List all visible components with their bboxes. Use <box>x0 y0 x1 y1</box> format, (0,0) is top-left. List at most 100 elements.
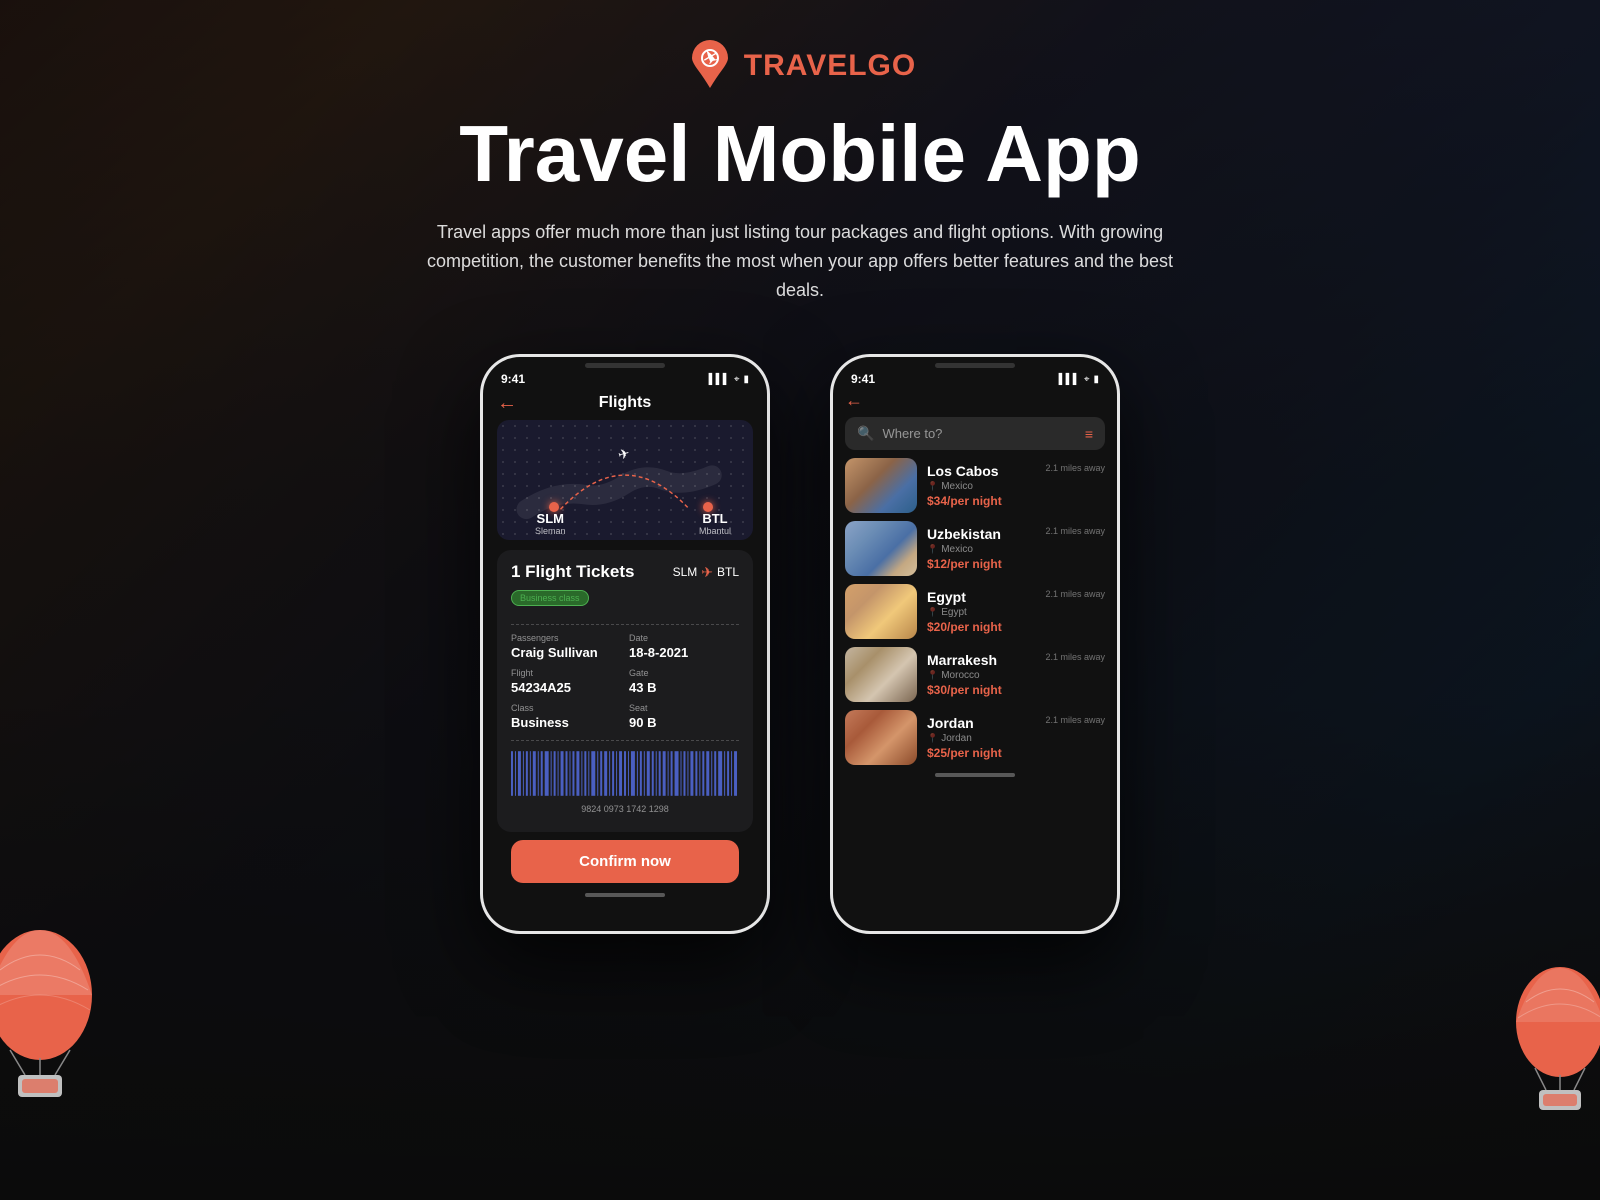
phone-destinations: 9:41 ▌▌▌ ⌖ ▮ ← 🔍 Where to? ≡ <box>830 354 1120 934</box>
dest-country-name: Mexico <box>941 481 973 492</box>
dest-distance: 2.1 miles away <box>1045 526 1105 536</box>
dest-distance: 2.1 miles away <box>1045 652 1105 662</box>
pin-icon: 📍 <box>927 544 938 555</box>
dest-info: Marrakesh 2.1 miles away 📍 Morocco $30/p… <box>927 652 1105 697</box>
dest-thumbnail <box>845 647 917 702</box>
dest-country-name: Egypt <box>941 607 967 618</box>
dest-country: 📍 Mexico <box>927 544 1105 555</box>
dest-name: Egypt <box>927 589 966 605</box>
ticket-flight-count: 1 Flight Tickets <box>511 562 634 582</box>
phone-flight: 9:41 ▌▌▌ ⌖ ▮ ← Flights <box>480 354 770 934</box>
field-class-value: Business <box>511 715 621 730</box>
dest-distance: 2.1 miles away <box>1045 589 1105 599</box>
ticket-route: SLM ✈ BTL <box>673 564 739 581</box>
flight-from-label: SLM Sleman <box>535 511 566 536</box>
ticket-info: 1 Flight Tickets SLM ✈ BTL Business clas… <box>497 550 753 832</box>
field-date-label: Date <box>629 633 739 643</box>
field-flight: Flight 54234A25 <box>511 668 621 695</box>
route-from: SLM <box>673 565 698 579</box>
logo-area: TRAVELGO <box>684 40 916 92</box>
dest-info: Jordan 2.1 miles away 📍 Jordan $25/per n… <box>927 715 1105 760</box>
balloon-left-decoration <box>0 920 100 1100</box>
balloon-right-decoration <box>1510 960 1600 1120</box>
dest-price: $20/per night <box>927 620 1105 634</box>
dest-price: $34/per night <box>927 494 1105 508</box>
hero-title: Travel Mobile App <box>459 110 1141 198</box>
phone2-status-icons: ▌▌▌ ⌖ ▮ <box>1059 374 1099 385</box>
battery-icon: ▮ <box>743 374 749 385</box>
svg-text:✈: ✈ <box>616 446 631 463</box>
dest-country: 📍 Egypt <box>927 607 1105 618</box>
pin-icon: 📍 <box>927 670 938 681</box>
phone1-status-bar: 9:41 ▌▌▌ ⌖ ▮ <box>483 368 767 388</box>
dest-country: 📍 Morocco <box>927 670 1105 681</box>
barcode-number: 9824 0973 1742 1298 <box>511 804 739 814</box>
destination-item[interactable]: Marrakesh 2.1 miles away 📍 Morocco $30/p… <box>845 647 1105 702</box>
hero-subtitle: Travel apps offer much more than just li… <box>420 218 1180 304</box>
dest-price: $25/per night <box>927 746 1105 760</box>
field-gate: Gate 43 B <box>629 668 739 695</box>
dest-thumbnail <box>845 710 917 765</box>
dest-thumbnail <box>845 584 917 639</box>
dest-country: 📍 Mexico <box>927 481 1105 492</box>
search-icon: 🔍 <box>857 425 874 442</box>
phone1-title: Flights <box>599 394 651 412</box>
dest-name: Jordan <box>927 715 974 731</box>
route-to: BTL <box>717 565 739 579</box>
barcode-area: 9824 0973 1742 1298 <box>511 751 739 814</box>
field-flight-value: 54234A25 <box>511 680 621 695</box>
dest-thumbnail <box>845 458 917 513</box>
dest-country-name: Mexico <box>941 544 973 555</box>
field-seat-value: 90 B <box>629 715 739 730</box>
wifi-icon: ⌖ <box>734 374 740 385</box>
destination-item[interactable]: Jordan 2.1 miles away 📍 Jordan $25/per n… <box>845 710 1105 765</box>
confirm-now-button[interactable]: Confirm now <box>511 840 739 883</box>
dest-info: Los Cabos 2.1 miles away 📍 Mexico $34/pe… <box>927 463 1105 508</box>
search-placeholder: Where to? <box>882 426 1076 441</box>
destination-item[interactable]: Egypt 2.1 miles away 📍 Egypt $20/per nig… <box>845 584 1105 639</box>
dest-name: Uzbekistan <box>927 526 1001 542</box>
class-badge: Business class <box>511 590 589 606</box>
dest-price: $12/per night <box>927 557 1105 571</box>
dest-country-name: Jordan <box>941 733 972 744</box>
field-flight-label: Flight <box>511 668 621 678</box>
search-bar[interactable]: 🔍 Where to? ≡ <box>845 417 1105 450</box>
barcode-image <box>511 751 739 796</box>
logo-text-travel: TRAVEL <box>744 49 868 82</box>
signal-icon: ▌▌▌ <box>709 374 730 385</box>
plane-route-icon: ✈ <box>701 564 713 581</box>
phone1-home-indicator <box>585 893 665 897</box>
dest-info: Egypt 2.1 miles away 📍 Egypt $20/per nig… <box>927 589 1105 634</box>
destination-item[interactable]: Los Cabos 2.1 miles away 📍 Mexico $34/pe… <box>845 458 1105 513</box>
dest-distance: 2.1 miles away <box>1045 463 1105 473</box>
logo-icon <box>684 40 736 92</box>
field-passengers-value: Craig Sullivan <box>511 645 621 660</box>
phone2-home-indicator <box>935 773 1015 777</box>
phones-container: 9:41 ▌▌▌ ⌖ ▮ ← Flights <box>480 354 1120 934</box>
signal-icon-2: ▌▌▌ <box>1059 374 1080 385</box>
field-class-label: Class <box>511 703 621 713</box>
dest-distance: 2.1 miles away <box>1045 715 1105 725</box>
phone1-back-button[interactable]: ← <box>497 392 517 415</box>
field-date-value: 18-8-2021 <box>629 645 739 660</box>
destination-list: Los Cabos 2.1 miles away 📍 Mexico $34/pe… <box>845 458 1105 765</box>
filter-icon[interactable]: ≡ <box>1085 426 1093 442</box>
ticket-fields: Passengers Craig Sullivan Date 18-8-2021… <box>511 633 739 730</box>
dest-top-row: Los Cabos 2.1 miles away <box>927 463 1105 479</box>
destination-item[interactable]: Uzbekistan 2.1 miles away 📍 Mexico $12/p… <box>845 521 1105 576</box>
ticket-divider-2 <box>511 740 739 741</box>
pin-icon: 📍 <box>927 481 938 492</box>
field-date: Date 18-8-2021 <box>629 633 739 660</box>
field-gate-value: 43 B <box>629 680 739 695</box>
phone2-time: 9:41 <box>851 372 875 386</box>
phone1-header: ← Flights <box>497 388 753 420</box>
dest-price: $30/per night <box>927 683 1105 697</box>
dest-top-row: Jordan 2.1 miles away <box>927 715 1105 731</box>
phone2-content: ← 🔍 Where to? ≡ Los Cabos 2.1 miles away… <box>833 388 1117 765</box>
field-seat-label: Seat <box>629 703 739 713</box>
dest-info: Uzbekistan 2.1 miles away 📍 Mexico $12/p… <box>927 526 1105 571</box>
pin-icon: 📍 <box>927 607 938 618</box>
phone2-back-button[interactable]: ← <box>845 390 863 410</box>
dest-top-row: Marrakesh 2.1 miles away <box>927 652 1105 668</box>
field-gate-label: Gate <box>629 668 739 678</box>
